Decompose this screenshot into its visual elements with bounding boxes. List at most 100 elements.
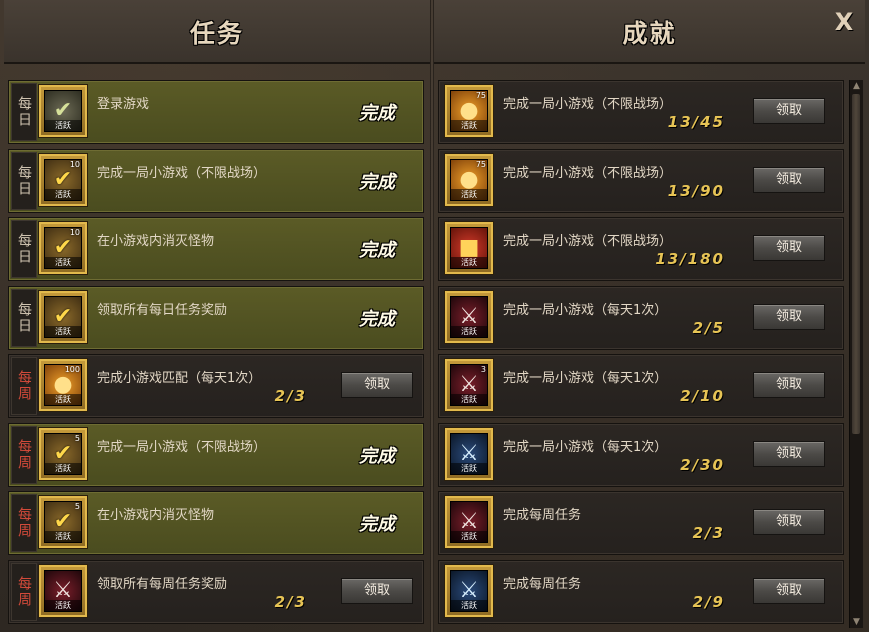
achievement-title: 完成一局小游戏（每天1次）: [503, 439, 668, 455]
sword-icon: ⚔ 活跃: [44, 569, 82, 612]
task-done-label: 完成: [359, 445, 395, 467]
claim-button[interactable]: 领取: [341, 577, 413, 604]
reward-icon-frame: ■ 活跃: [445, 222, 493, 274]
reward-icon-frame: ● 75 活跃: [445, 153, 493, 206]
check-glyph-icon: ✔: [53, 235, 73, 260]
icon-label: 活跃: [45, 257, 81, 268]
icon-label: 活跃: [45, 188, 81, 200]
reward-icon-frame: ✔ 10 活跃: [39, 153, 87, 206]
achievements-header: 成就: [434, 0, 865, 64]
icon-label: 活跃: [45, 325, 81, 337]
icon-label: 活跃: [45, 120, 81, 131]
task-row: 每日 ✔ 10 活跃 完成一局小游戏（不限战场） 完成: [8, 148, 424, 213]
achievement-row: ⚔ 活跃 完成一局小游戏（每天1次） 2/5 领取: [438, 285, 844, 350]
achievement-row: ⚔ 活跃 完成每周任务 2/3 领取: [438, 491, 844, 555]
check-icon: ✔ 5 活跃: [44, 501, 82, 543]
check-icon: ✔ 10 活跃: [44, 158, 82, 201]
achievement-progress: 13/180: [655, 250, 725, 268]
claim-button[interactable]: 领取: [753, 303, 825, 330]
icon-count: 75: [475, 91, 486, 100]
task-title: 在小游戏内消灭怪物: [97, 234, 215, 249]
scroll-thumb[interactable]: [852, 94, 860, 434]
reward-icon-frame: ⚔ 活跃: [445, 564, 493, 617]
reward-icon-frame: ⚔ 活跃: [445, 427, 493, 480]
reward-icon-frame: ⚔ 活跃: [445, 496, 493, 548]
achievement-progress: 13/45: [667, 113, 725, 131]
check-icon: ✔ 10 活跃: [44, 227, 82, 269]
achievement-row: ■ 活跃 完成一局小游戏（不限战场） 13/180 领取: [438, 217, 844, 281]
achievement-progress: 2/10: [680, 387, 725, 405]
claim-button[interactable]: 领取: [753, 98, 825, 124]
task-row: 每周 ✔ 5 活跃 完成一局小游戏（不限战场） 完成: [8, 422, 424, 487]
task-row: 每周 ● 100 活跃 完成小游戏匹配（每天1次） 2/3 领取: [8, 354, 424, 418]
task-type-tag: 每周: [11, 425, 37, 484]
task-done-label: 完成: [359, 171, 395, 193]
scroll-up-icon[interactable]: ▲: [850, 80, 863, 92]
icon-label: 活跃: [451, 462, 487, 474]
tasks-title: 任务: [189, 19, 244, 48]
achievement-progress: 2/9: [692, 592, 725, 611]
check-glyph-icon: ✔: [53, 303, 73, 329]
achievement-progress: 2/5: [692, 318, 725, 337]
icon-label: 活跃: [451, 120, 487, 131]
task-title: 登录游戏: [97, 97, 150, 112]
task-title: 在小游戏内消灭怪物: [97, 508, 215, 523]
gift-icon: ■ 活跃: [450, 227, 488, 269]
icon-label: 活跃: [451, 394, 487, 405]
login-icon: ✔ 活跃: [44, 90, 82, 132]
icon-label: 活跃: [451, 599, 487, 611]
sword-icon: ⚔ 3 活跃: [450, 364, 488, 406]
coin-icon: ● 100 活跃: [44, 364, 82, 406]
reward-icon-frame: ✔ 5 活跃: [39, 496, 87, 548]
sword-glyph-icon: ⚔: [459, 303, 479, 329]
check-icon: ✔ 活跃: [44, 295, 82, 338]
blade-glyph-icon: ⚔: [459, 577, 479, 603]
coin-glyph-icon: ●: [53, 372, 73, 397]
icon-label: 活跃: [45, 462, 81, 474]
reward-icon-frame: ⚔ 活跃: [445, 290, 493, 343]
achievement-progress: 2/30: [680, 455, 725, 474]
achievement-row: ● 75 活跃 完成一局小游戏（不限战场） 13/45 领取: [438, 80, 844, 144]
achievement-row: ● 75 活跃 完成一局小游戏（不限战场） 13/90 领取: [438, 148, 844, 213]
column-divider: [430, 0, 434, 632]
reward-icon-frame: ✔ 5 活跃: [39, 427, 87, 480]
task-type-tag: 每日: [11, 83, 37, 141]
task-type-tag: 每日: [11, 151, 37, 210]
achievement-row: ⚔ 活跃 完成每周任务 2/9 领取: [438, 559, 844, 624]
icon-count: 5: [74, 433, 80, 443]
claim-button[interactable]: 领取: [753, 440, 825, 467]
check-glyph-icon: ✔: [53, 166, 73, 192]
icon-label: 活跃: [451, 188, 487, 200]
reward-icon-frame: ✔ 10 活跃: [39, 222, 87, 274]
sword-glyph-icon: ⚔: [459, 372, 479, 397]
achievements-scrollbar[interactable]: ▲ ▼: [849, 80, 863, 628]
task-type-tag: 每日: [11, 288, 37, 347]
claim-button[interactable]: 领取: [341, 372, 413, 398]
icon-count: 3: [480, 365, 486, 374]
scroll-down-icon[interactable]: ▼: [850, 616, 863, 628]
task-type-tag: 每周: [11, 494, 37, 552]
achievement-title: 完成一局小游戏（不限战场）: [503, 234, 673, 249]
claim-button[interactable]: 领取: [753, 372, 825, 398]
sword-icon: ⚔ 活跃: [450, 501, 488, 543]
reward-icon-frame: ⚔ 活跃: [39, 564, 87, 617]
achievement-title: 完成每周任务: [503, 576, 582, 592]
claim-button[interactable]: 领取: [753, 509, 825, 535]
achievement-row: ⚔ 活跃 完成一局小游戏（每天1次） 2/30 领取: [438, 422, 844, 487]
check-icon: ✔ 5 活跃: [44, 432, 82, 475]
reward-icon-frame: ● 75 活跃: [445, 85, 493, 137]
claim-button[interactable]: 领取: [753, 235, 825, 261]
coin-icon: ● 75 活跃: [450, 158, 488, 201]
task-title: 领取所有每日任务奖励: [97, 302, 228, 318]
coin-glyph-icon: ●: [459, 98, 479, 123]
task-type-tag: 每日: [11, 220, 37, 278]
achievement-title: 完成一局小游戏（每天1次）: [503, 302, 668, 318]
close-button[interactable]: X: [832, 8, 856, 36]
icon-count: 100: [64, 365, 80, 374]
claim-button[interactable]: 领取: [753, 577, 825, 604]
claim-button[interactable]: 领取: [753, 166, 825, 193]
reward-icon-frame: ✔ 活跃: [39, 290, 87, 343]
sword-glyph-icon: ⚔: [53, 577, 73, 603]
achievement-progress: 2/3: [692, 524, 725, 542]
check-glyph-icon: ✔: [53, 509, 73, 534]
